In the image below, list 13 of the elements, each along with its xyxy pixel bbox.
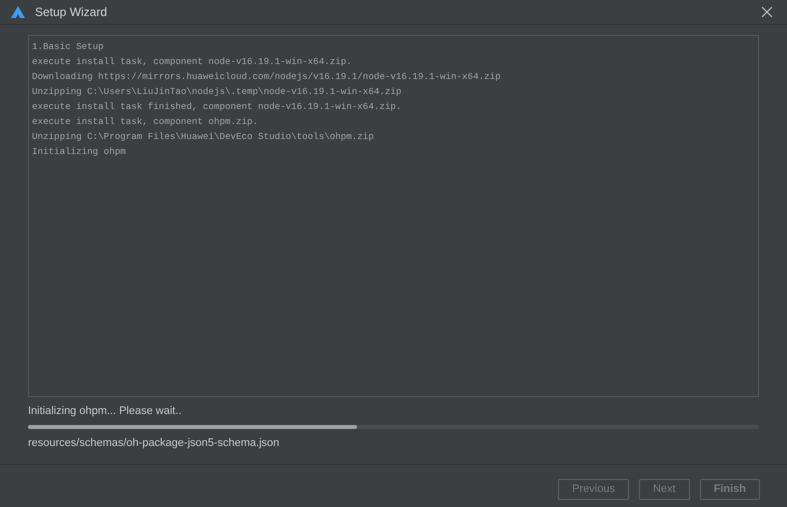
log-line: Unzipping C:\Program Files\Huawei\DevEco Studio\tools\ohpm.zip — [32, 130, 375, 144]
close-icon[interactable] — [762, 7, 772, 17]
log-line: Initializing ohpm — [32, 145, 127, 159]
current-file-text: resources/schemas/oh-package-json5-schema.json — [28, 436, 280, 450]
window-title: Setup Wizard — [35, 4, 108, 21]
log-line: 1.Basic Setup — [32, 40, 105, 54]
log-line: execute install task, component node-v16.19.1-win-x64.zip. — [32, 55, 353, 69]
log-line: Unzipping C:\Users\LiuJinTao\nodejs\.temp\node-v16.19.1-win-x64.zip — [32, 85, 402, 99]
log-line: Downloading https://mirrors.huaweicloud.com/nodejs/v16.19.1/node-v16.19.1-win-x64.zip — [32, 70, 502, 84]
log-line: execute install task, component ohpm.zip. — [32, 115, 260, 129]
log-line: execute install task finished, component node-v16.19.1-win-x64.zip. — [32, 100, 402, 114]
status-text: Initializing ohpm... Please wait.. — [28, 404, 182, 419]
app-logo-icon — [11, 6, 25, 18]
